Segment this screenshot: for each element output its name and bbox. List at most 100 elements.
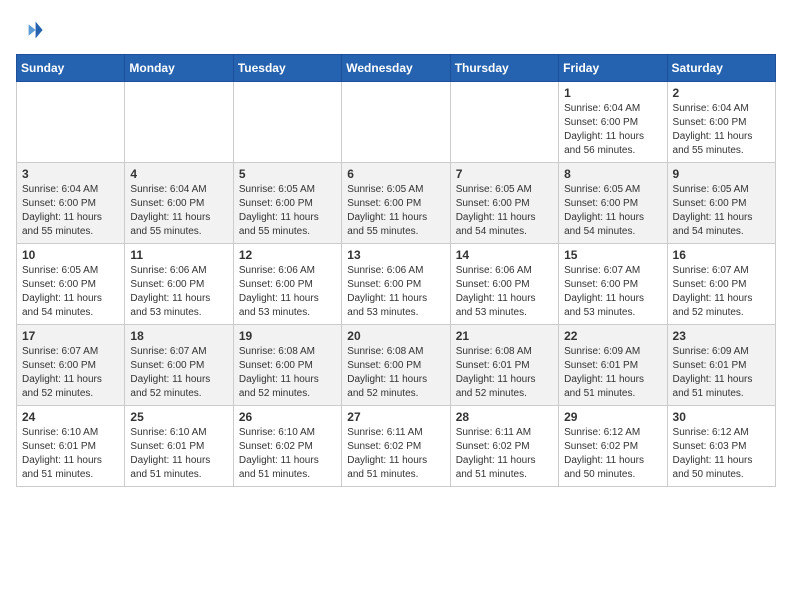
day-number: 20: [347, 329, 444, 343]
day-info: Sunrise: 6:08 AM Sunset: 6:01 PM Dayligh…: [456, 345, 553, 401]
day-number: 15: [564, 248, 661, 262]
day-info: Sunrise: 6:05 AM Sunset: 6:00 PM Dayligh…: [673, 183, 770, 239]
day-info: Sunrise: 6:06 AM Sunset: 6:00 PM Dayligh…: [456, 264, 553, 320]
day-number: 26: [239, 410, 336, 424]
day-info: Sunrise: 6:05 AM Sunset: 6:00 PM Dayligh…: [564, 183, 661, 239]
weekday-header-row: SundayMondayTuesdayWednesdayThursdayFrid…: [17, 55, 776, 82]
day-number: 24: [22, 410, 119, 424]
day-info: Sunrise: 6:12 AM Sunset: 6:03 PM Dayligh…: [673, 426, 770, 482]
day-info: Sunrise: 6:07 AM Sunset: 6:00 PM Dayligh…: [130, 345, 227, 401]
day-number: 12: [239, 248, 336, 262]
calendar-week-row: 17 Sunrise: 6:07 AM Sunset: 6:00 PM Dayli…: [17, 325, 776, 406]
day-info: Sunrise: 6:11 AM Sunset: 6:02 PM Dayligh…: [456, 426, 553, 482]
calendar-week-row: 3 Sunrise: 6:04 AM Sunset: 6:00 PM Daylig…: [17, 163, 776, 244]
calendar-cell: 19 Sunrise: 6:08 AM Sunset: 6:00 PM Dayli…: [233, 325, 341, 406]
day-info: Sunrise: 6:09 AM Sunset: 6:01 PM Dayligh…: [673, 345, 770, 401]
day-info: Sunrise: 6:04 AM Sunset: 6:00 PM Dayligh…: [564, 102, 661, 158]
calendar-cell: 27 Sunrise: 6:11 AM Sunset: 6:02 PM Dayli…: [342, 406, 450, 487]
calendar-cell: 8Sunrise: 6:05 AM Sunset: 6:00 PM Daylig…: [559, 163, 667, 244]
calendar-cell: 21 Sunrise: 6:08 AM Sunset: 6:01 PM Dayli…: [450, 325, 558, 406]
calendar-table: SundayMondayTuesdayWednesdayThursdayFrid…: [16, 54, 776, 487]
calendar-week-row: 24Sunrise: 6:10 AM Sunset: 6:01 PM Dayli…: [17, 406, 776, 487]
calendar-cell: 10 Sunrise: 6:05 AM Sunset: 6:00 PM Dayli…: [17, 244, 125, 325]
weekday-header: Monday: [125, 55, 233, 82]
day-number: 9: [673, 167, 770, 181]
calendar-cell: 9 Sunrise: 6:05 AM Sunset: 6:00 PM Daylig…: [667, 163, 775, 244]
day-number: 6: [347, 167, 444, 181]
day-number: 25: [130, 410, 227, 424]
day-info: Sunrise: 6:04 AM Sunset: 6:00 PM Dayligh…: [673, 102, 770, 158]
day-number: 28: [456, 410, 553, 424]
calendar-cell: [125, 82, 233, 163]
calendar-cell: 13 Sunrise: 6:06 AM Sunset: 6:00 PM Dayli…: [342, 244, 450, 325]
calendar-cell: [342, 82, 450, 163]
calendar-cell: 12 Sunrise: 6:06 AM Sunset: 6:00 PM Dayli…: [233, 244, 341, 325]
day-number: 16: [673, 248, 770, 262]
day-number: 30: [673, 410, 770, 424]
day-info: Sunrise: 6:06 AM Sunset: 6:00 PM Dayligh…: [130, 264, 227, 320]
day-info: Sunrise: 6:05 AM Sunset: 6:00 PM Dayligh…: [239, 183, 336, 239]
day-number: 1: [564, 86, 661, 100]
calendar-cell: 17 Sunrise: 6:07 AM Sunset: 6:00 PM Dayli…: [17, 325, 125, 406]
calendar-cell: 28 Sunrise: 6:11 AM Sunset: 6:02 PM Dayli…: [450, 406, 558, 487]
weekday-header: Sunday: [17, 55, 125, 82]
calendar-cell: 25Sunrise: 6:10 AM Sunset: 6:01 PM Dayli…: [125, 406, 233, 487]
calendar-cell: 22 Sunrise: 6:09 AM Sunset: 6:01 PM Dayli…: [559, 325, 667, 406]
weekday-header: Friday: [559, 55, 667, 82]
calendar-cell: [17, 82, 125, 163]
calendar-cell: 18 Sunrise: 6:07 AM Sunset: 6:00 PM Dayli…: [125, 325, 233, 406]
day-info: Sunrise: 6:05 AM Sunset: 6:00 PM Dayligh…: [22, 264, 119, 320]
calendar-cell: 26Sunrise: 6:10 AM Sunset: 6:02 PM Dayli…: [233, 406, 341, 487]
calendar-cell: 11 Sunrise: 6:06 AM Sunset: 6:00 PM Dayli…: [125, 244, 233, 325]
day-info: Sunrise: 6:06 AM Sunset: 6:00 PM Dayligh…: [347, 264, 444, 320]
logo: [16, 16, 48, 44]
day-info: Sunrise: 6:04 AM Sunset: 6:00 PM Dayligh…: [22, 183, 119, 239]
calendar-cell: 20 Sunrise: 6:08 AM Sunset: 6:00 PM Dayli…: [342, 325, 450, 406]
day-number: 18: [130, 329, 227, 343]
logo-icon: [16, 16, 44, 44]
weekday-header: Wednesday: [342, 55, 450, 82]
calendar-cell: [233, 82, 341, 163]
weekday-header: Thursday: [450, 55, 558, 82]
day-number: 2: [673, 86, 770, 100]
day-info: Sunrise: 6:06 AM Sunset: 6:00 PM Dayligh…: [239, 264, 336, 320]
day-info: Sunrise: 6:08 AM Sunset: 6:00 PM Dayligh…: [347, 345, 444, 401]
calendar-cell: 29 Sunrise: 6:12 AM Sunset: 6:02 PM Dayli…: [559, 406, 667, 487]
calendar-cell: 2 Sunrise: 6:04 AM Sunset: 6:00 PM Daylig…: [667, 82, 775, 163]
day-info: Sunrise: 6:08 AM Sunset: 6:00 PM Dayligh…: [239, 345, 336, 401]
day-number: 14: [456, 248, 553, 262]
calendar-cell: 6 Sunrise: 6:05 AM Sunset: 6:00 PM Daylig…: [342, 163, 450, 244]
day-number: 3: [22, 167, 119, 181]
day-info: Sunrise: 6:05 AM Sunset: 6:00 PM Dayligh…: [347, 183, 444, 239]
day-number: 4: [130, 167, 227, 181]
day-number: 19: [239, 329, 336, 343]
day-number: 22: [564, 329, 661, 343]
day-number: 7: [456, 167, 553, 181]
day-info: Sunrise: 6:07 AM Sunset: 6:00 PM Dayligh…: [22, 345, 119, 401]
calendar-cell: 4 Sunrise: 6:04 AM Sunset: 6:00 PM Daylig…: [125, 163, 233, 244]
day-info: Sunrise: 6:11 AM Sunset: 6:02 PM Dayligh…: [347, 426, 444, 482]
day-info: Sunrise: 6:12 AM Sunset: 6:02 PM Dayligh…: [564, 426, 661, 482]
day-number: 27: [347, 410, 444, 424]
day-info: Sunrise: 6:09 AM Sunset: 6:01 PM Dayligh…: [564, 345, 661, 401]
day-number: 17: [22, 329, 119, 343]
calendar-cell: 5Sunrise: 6:05 AM Sunset: 6:00 PM Daylig…: [233, 163, 341, 244]
day-number: 11: [130, 248, 227, 262]
calendar-cell: 30 Sunrise: 6:12 AM Sunset: 6:03 PM Dayli…: [667, 406, 775, 487]
day-info: Sunrise: 6:05 AM Sunset: 6:00 PM Dayligh…: [456, 183, 553, 239]
calendar-cell: 3 Sunrise: 6:04 AM Sunset: 6:00 PM Daylig…: [17, 163, 125, 244]
calendar-cell: 24Sunrise: 6:10 AM Sunset: 6:01 PM Dayli…: [17, 406, 125, 487]
day-number: 10: [22, 248, 119, 262]
day-info: Sunrise: 6:04 AM Sunset: 6:00 PM Dayligh…: [130, 183, 227, 239]
day-number: 29: [564, 410, 661, 424]
calendar-cell: 15 Sunrise: 6:07 AM Sunset: 6:00 PM Dayli…: [559, 244, 667, 325]
page-header: [16, 16, 776, 44]
calendar-cell: 23 Sunrise: 6:09 AM Sunset: 6:01 PM Dayli…: [667, 325, 775, 406]
day-number: 23: [673, 329, 770, 343]
day-info: Sunrise: 6:07 AM Sunset: 6:00 PM Dayligh…: [673, 264, 770, 320]
day-number: 21: [456, 329, 553, 343]
day-info: Sunrise: 6:07 AM Sunset: 6:00 PM Dayligh…: [564, 264, 661, 320]
day-number: 13: [347, 248, 444, 262]
calendar-cell: 16 Sunrise: 6:07 AM Sunset: 6:00 PM Dayli…: [667, 244, 775, 325]
weekday-header: Saturday: [667, 55, 775, 82]
